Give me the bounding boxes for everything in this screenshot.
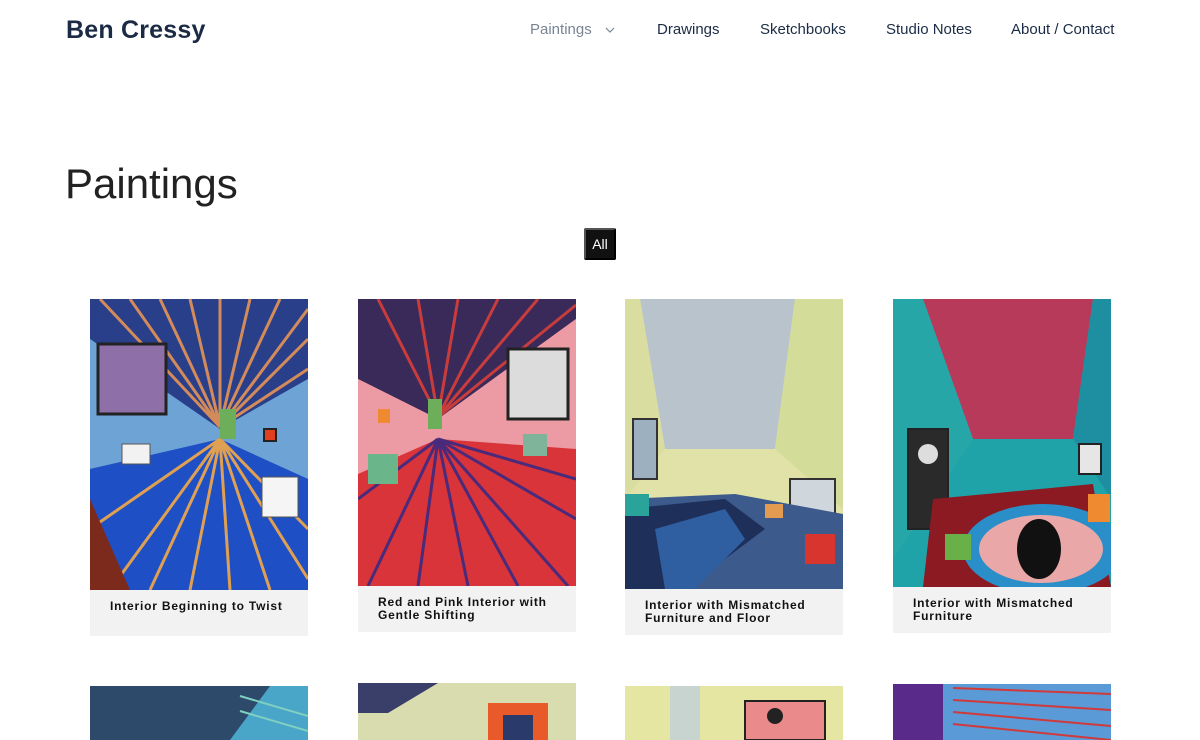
gallery-item-title[interactable]: Interior with Mismatched Furniture and F… (625, 589, 843, 635)
painting-thumbnail[interactable] (625, 299, 843, 589)
nav-item-paintings[interactable]: Paintings (530, 21, 592, 38)
painting-thumbnail[interactable] (90, 686, 308, 740)
nav-item-about-contact[interactable]: About / Contact (1011, 21, 1114, 38)
gallery-item-title[interactable]: Interior with Mismatched Furniture (893, 587, 1111, 633)
painting-thumbnail[interactable] (625, 686, 843, 740)
site-header: Ben Cressy Paintings Drawings Sketchbook… (0, 0, 1200, 62)
nav-item-drawings[interactable]: Drawings (657, 21, 720, 38)
nav-item-studio-notes[interactable]: Studio Notes (886, 21, 972, 38)
page-title: Paintings (65, 160, 238, 207)
main-nav: Paintings Drawings Sketchbooks Studio No… (0, 21, 1200, 41)
gallery-item[interactable]: Interior with Mismatched Furniture (893, 299, 1111, 633)
chevron-down-icon[interactable] (604, 23, 616, 35)
painting-thumbnail[interactable] (90, 299, 308, 590)
gallery-item[interactable]: Red and Pink Interior with Gentle Shifti… (358, 299, 576, 633)
painting-thumbnail[interactable] (893, 299, 1111, 587)
painting-thumbnail[interactable] (358, 299, 576, 586)
filter-all-button[interactable]: All (584, 228, 616, 260)
gallery-item-title[interactable]: Red and Pink Interior with Gentle Shifti… (358, 586, 576, 632)
gallery-item-title[interactable]: Interior Beginning to Twist (90, 590, 308, 636)
gallery-item[interactable]: Interior Beginning to Twist (90, 299, 308, 636)
painting-thumbnail[interactable] (358, 683, 576, 740)
painting-thumbnail[interactable] (893, 684, 1111, 740)
nav-item-sketchbooks[interactable]: Sketchbooks (760, 21, 846, 38)
gallery-item[interactable]: Interior with Mismatched Furniture and F… (625, 299, 843, 636)
